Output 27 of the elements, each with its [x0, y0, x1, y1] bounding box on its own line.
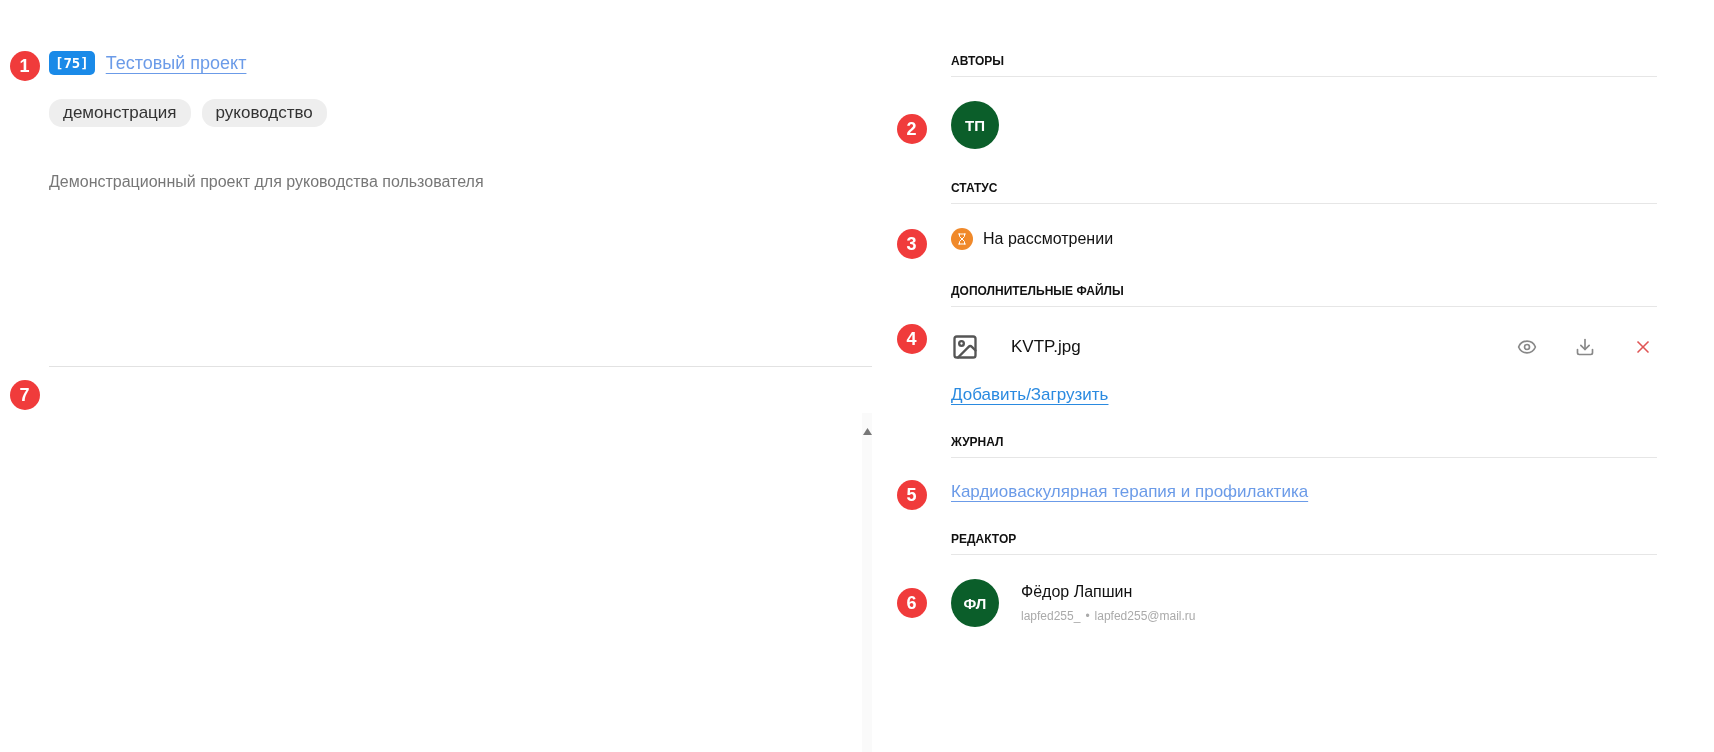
- step-marker: 4: [896, 324, 927, 354]
- section-heading: ЖУРНАЛ: [951, 435, 1657, 458]
- scroll-up-arrow-icon[interactable]: [862, 428, 872, 435]
- author-avatar[interactable]: ТП: [951, 101, 999, 149]
- step-marker: 1: [9, 51, 40, 81]
- status-text: На рассмотрении: [983, 230, 1114, 248]
- step-marker: 7: [9, 380, 40, 410]
- editor-username: lapfed255_: [1021, 609, 1081, 623]
- editor-name: Фёдор Лапшин: [1021, 583, 1134, 601]
- section-heading: АВТОРЫ: [951, 54, 1657, 77]
- step-marker: 2: [896, 114, 927, 144]
- editor-avatar[interactable]: ФЛ: [951, 579, 999, 627]
- id-badge: [75]: [49, 51, 95, 75]
- editor-email: lapfed255@mail.ru: [1094, 609, 1196, 623]
- step-marker: 3: [896, 229, 927, 259]
- step-marker: 6: [896, 588, 927, 618]
- tag[interactable]: демонстрация: [49, 99, 191, 127]
- section-heading: ДОПОЛНИТЕЛЬНЫЕ ФАЙЛЫ: [951, 284, 1657, 307]
- section-heading: РЕДАКТОР: [951, 532, 1657, 555]
- separator-dot: •: [1085, 609, 1090, 623]
- step-marker: 5: [896, 480, 927, 510]
- file-name: KVTP.jpg: [1011, 337, 1082, 357]
- image-file-icon: [951, 333, 979, 361]
- tag[interactable]: руководство: [201, 99, 327, 127]
- project-description: Демонстрационный проект для руководства пользователя: [49, 173, 485, 191]
- add-upload-link[interactable]: Добавить/Загрузить: [951, 385, 1109, 405]
- section-heading: СТАТУС: [951, 181, 1657, 204]
